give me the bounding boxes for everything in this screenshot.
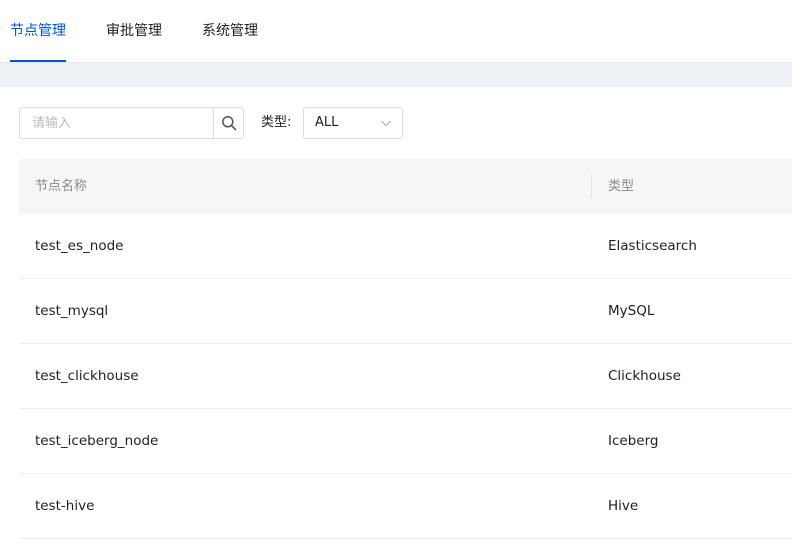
top-tab-bar: 节点管理 审批管理 系统管理 — [0, 0, 792, 62]
node-type-cell: Elasticsearch — [608, 238, 697, 254]
column-header-type: 类型 — [608, 179, 635, 194]
tab-approval-management[interactable]: 审批管理 — [106, 0, 162, 62]
column-header-node-name: 节点名称 — [35, 179, 88, 194]
content-divider-band — [0, 62, 792, 87]
table-row[interactable]: test_mysql MySQL — [19, 279, 792, 344]
search-box — [19, 107, 244, 139]
node-name-cell: test_es_node — [35, 238, 124, 254]
table-row[interactable]: test_iceberg_node Iceberg — [19, 409, 792, 474]
node-type-cell: Iceberg — [608, 433, 659, 449]
search-input[interactable] — [20, 108, 213, 138]
search-button[interactable] — [213, 108, 243, 138]
node-name-cell: test-hive — [35, 498, 95, 514]
node-name-cell: test_mysql — [35, 303, 109, 319]
table-row[interactable]: test-hive Hive — [19, 474, 792, 539]
node-name-cell: test_clickhouse — [35, 368, 139, 384]
type-select[interactable]: ALL — [303, 107, 403, 139]
node-type-cell: MySQL — [608, 303, 655, 319]
chevron-down-icon — [381, 120, 391, 127]
type-filter-label: 类型: — [261, 115, 292, 130]
node-table: 节点名称 类型 test_es_node Elasticsearch test_… — [19, 159, 792, 539]
node-type-cell: Hive — [608, 498, 639, 514]
node-name-cell: test_iceberg_node — [35, 433, 159, 449]
tab-system-management[interactable]: 系统管理 — [202, 0, 258, 62]
table-header: 节点名称 类型 — [19, 159, 792, 214]
tab-node-management[interactable]: 节点管理 — [10, 0, 66, 62]
column-divider — [591, 174, 592, 198]
table-row[interactable]: test_es_node Elasticsearch — [19, 214, 792, 279]
table-row[interactable]: test_clickhouse Clickhouse — [19, 344, 792, 409]
search-icon — [221, 116, 236, 131]
type-select-value: ALL — [315, 115, 339, 130]
node-type-cell: Clickhouse — [608, 368, 681, 384]
